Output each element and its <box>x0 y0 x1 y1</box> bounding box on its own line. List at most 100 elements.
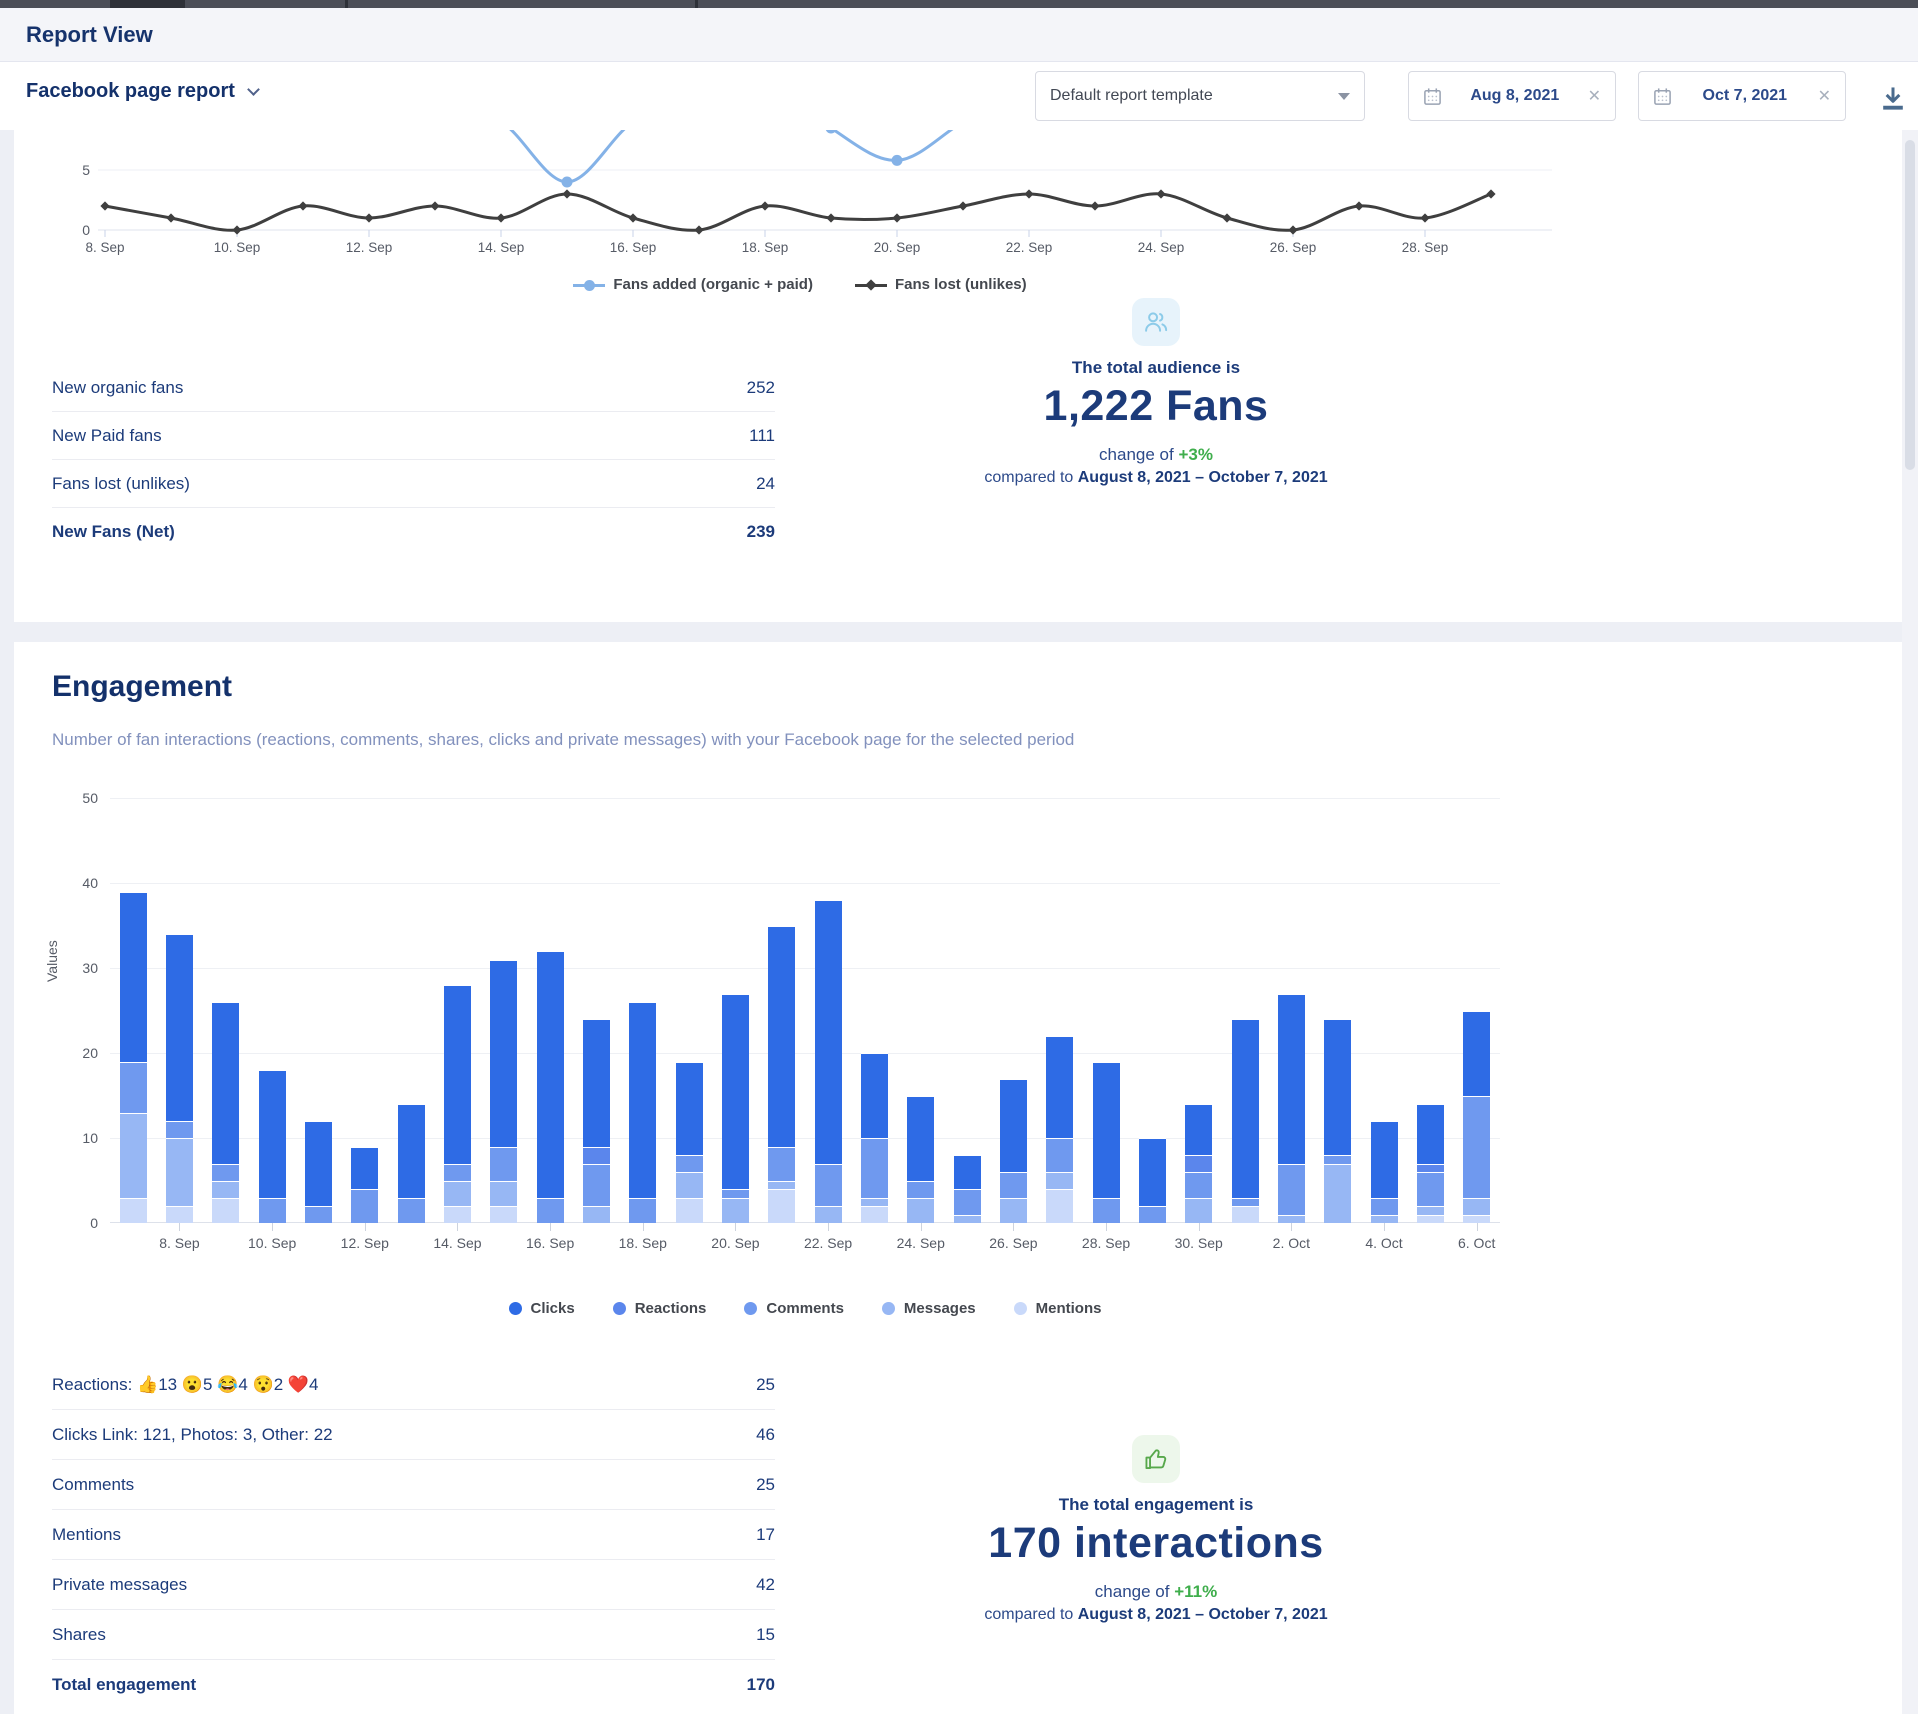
x-tick <box>179 1223 180 1231</box>
segment-clicks <box>1232 1019 1259 1198</box>
svg-text:14. Sep: 14. Sep <box>478 240 525 255</box>
line-circle-marker-icon <box>573 278 605 292</box>
segment-comments <box>861 1138 888 1198</box>
segment-reactions <box>1185 1155 1212 1172</box>
bar-13. Sep <box>398 1104 425 1223</box>
segment-mentions <box>490 1206 517 1223</box>
report-name-dropdown[interactable]: Facebook page report <box>26 80 258 103</box>
x-label-slot: 24. Sep <box>898 1223 944 1257</box>
engagement-section-card: Engagement Number of fan interactions (r… <box>14 642 1904 1714</box>
segment-comments <box>629 1198 656 1224</box>
bar-2. Oct <box>1278 994 1305 1224</box>
x-axis-label: 14. Sep <box>433 1235 481 1251</box>
legend-item[interactable]: Comments <box>744 1300 844 1317</box>
segment-comments <box>120 1062 147 1113</box>
bar-15. Sep <box>490 960 517 1224</box>
bar-slot <box>620 798 666 1223</box>
bar-slot <box>434 798 480 1223</box>
segment-comments <box>444 1164 471 1181</box>
x-label-slot: 14. Sep <box>434 1223 480 1257</box>
clear-date-from-icon[interactable]: ✕ <box>1588 86 1601 106</box>
engagement-compared: compared to August 8, 2021 – October 7, … <box>950 1606 1362 1624</box>
row-value: 111 <box>749 426 775 446</box>
download-report-button[interactable] <box>1878 84 1912 118</box>
segment-clicks <box>861 1053 888 1138</box>
calendar-icon <box>1423 87 1442 106</box>
audience-icon-box <box>1132 298 1180 346</box>
segment-comments <box>1185 1172 1212 1198</box>
segment-clicks <box>398 1104 425 1198</box>
segment-clicks <box>490 960 517 1147</box>
x-axis-label: 2. Oct <box>1273 1235 1310 1251</box>
x-tick <box>643 1223 644 1231</box>
segment-mentions <box>1463 1215 1490 1224</box>
x-label-slot: 22. Sep <box>805 1223 851 1257</box>
legend-item[interactable]: Messages <box>882 1300 976 1317</box>
segment-clicks <box>1278 994 1305 1164</box>
segment-messages <box>907 1198 934 1224</box>
bar-slot <box>203 798 249 1223</box>
y-axis-label: 40 <box>54 875 98 891</box>
segment-mentions <box>676 1198 703 1224</box>
segment-comments <box>259 1198 286 1224</box>
x-label-slot: 2. Oct <box>1268 1223 1314 1257</box>
row-label: Fans lost (unlikes) <box>52 474 190 494</box>
bar-slot <box>527 798 573 1223</box>
bar-slot <box>1176 798 1222 1223</box>
segment-messages <box>768 1181 795 1190</box>
bar-slot <box>110 798 156 1223</box>
engagement-table: Reactions: 👍13 😮5 😂4 😯2 ❤️4 25 Clicks Link… <box>52 1360 775 1710</box>
x-tick <box>365 1223 366 1231</box>
bar-slot <box>1454 798 1500 1223</box>
table-row: New Paid fans111 <box>52 412 775 460</box>
x-axis-label: 22. Sep <box>804 1235 852 1251</box>
date-from-picker[interactable]: Aug 8, 2021 ✕ <box>1408 71 1616 121</box>
legend-item[interactable]: Fans lost (unlikes) <box>855 276 1027 293</box>
engagement-bar-chart <box>110 798 1500 1223</box>
legend-item[interactable]: Fans added (organic + paid) <box>573 276 813 293</box>
scrollbar-thumb[interactable] <box>1905 140 1915 470</box>
clear-date-to-icon[interactable]: ✕ <box>1818 86 1831 106</box>
x-axis-label: 30. Sep <box>1175 1235 1223 1251</box>
x-axis-label: 20. Sep <box>711 1235 759 1251</box>
bar-slot <box>990 798 1036 1223</box>
legend-item[interactable]: Mentions <box>1014 1300 1102 1317</box>
scrollbar[interactable] <box>1902 130 1918 1714</box>
legend-item[interactable]: Reactions <box>613 1300 707 1317</box>
bar-slot <box>156 798 202 1223</box>
template-select[interactable]: Default report template <box>1035 71 1365 121</box>
bar-11. Sep <box>305 1121 332 1223</box>
segment-clicks <box>305 1121 332 1206</box>
legend-item[interactable]: Clicks <box>509 1300 575 1317</box>
segment-mentions <box>1232 1206 1259 1223</box>
x-tick <box>550 1223 551 1231</box>
segment-clicks <box>1093 1062 1120 1198</box>
row-label: Reactions: 👍13 😮5 😂4 😯2 ❤️4 <box>52 1375 319 1395</box>
row-label: Shares <box>52 1625 106 1645</box>
svg-text:12. Sep: 12. Sep <box>346 240 393 255</box>
segment-clicks <box>722 994 749 1190</box>
x-axis-label: 28. Sep <box>1082 1235 1130 1251</box>
legend-label: Clicks <box>531 1300 575 1317</box>
x-label-slot: 20. Sep <box>712 1223 758 1257</box>
table-row: Reactions: 👍13 😮5 😂4 😯2 ❤️4 25 <box>52 1360 775 1410</box>
date-to-picker[interactable]: Oct 7, 2021 ✕ <box>1638 71 1846 121</box>
page-title: Report View <box>26 22 153 48</box>
x-label-slot <box>944 1223 990 1257</box>
svg-text:18. Sep: 18. Sep <box>742 240 789 255</box>
segment-comments <box>490 1147 517 1181</box>
row-label: Clicks Link: 121, Photos: 3, Other: 22 <box>52 1425 333 1445</box>
segment-clicks <box>1324 1019 1351 1155</box>
segment-clicks <box>954 1155 981 1189</box>
report-name-label: Facebook page report <box>26 80 235 103</box>
segment-messages <box>1417 1206 1444 1215</box>
legend-dot-icon <box>882 1302 895 1315</box>
x-tick <box>1013 1223 1014 1231</box>
audience-total: 1,222 Fans <box>950 382 1362 431</box>
legend-dot-icon <box>613 1302 626 1315</box>
segment-messages <box>490 1181 517 1207</box>
fans-section-card: 508. Sep10. Sep12. Sep14. Sep16. Sep18. … <box>14 130 1904 622</box>
row-value: 25 <box>756 1375 775 1395</box>
segment-messages <box>583 1206 610 1223</box>
bar-slot <box>388 798 434 1223</box>
